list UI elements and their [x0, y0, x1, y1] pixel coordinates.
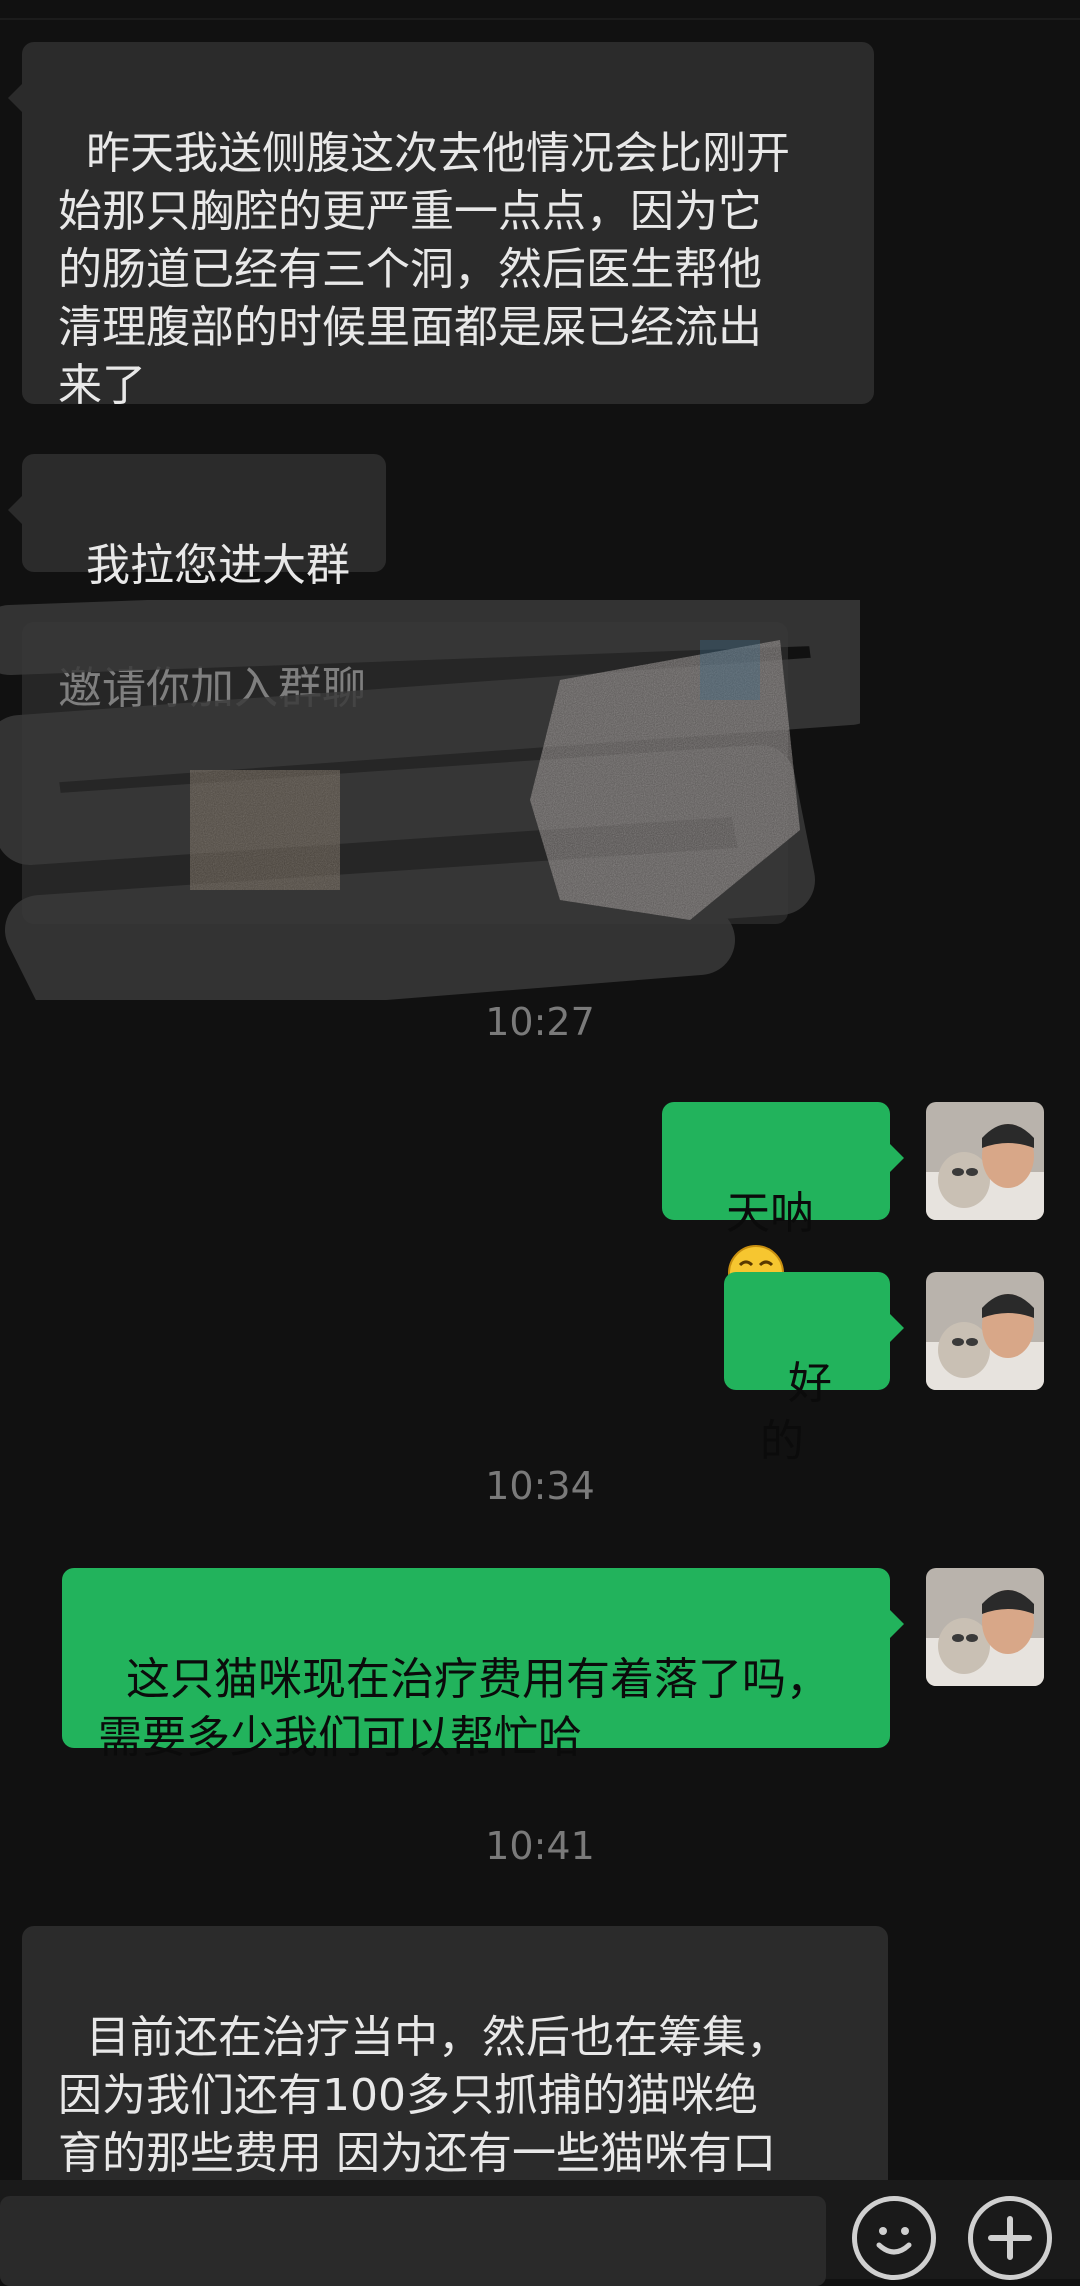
outgoing-message-bubble[interactable]: 这只猫咪现在治疗费用有着落了吗， 需要多少我们可以帮忙哈: [62, 1568, 904, 1763]
message-text: 天呐: [725, 1188, 814, 1239]
message-text: 好的: [760, 1358, 832, 1467]
more-button[interactable]: [968, 2196, 1052, 2280]
plus-icon: [988, 2216, 1032, 2260]
top-divider: [0, 18, 1080, 20]
outgoing-message-bubble[interactable]: 天呐 $: [662, 1102, 904, 1301]
message-text: 我拉您进大群: [85, 540, 350, 591]
message-input[interactable]: [0, 2196, 826, 2286]
timestamp: 10:34: [485, 1464, 595, 1508]
group-invite-title: 邀请你加入群聊: [58, 663, 366, 714]
user-avatar[interactable]: [926, 1272, 1044, 1390]
smiley-icon: [876, 2227, 912, 2255]
message-text: 这只猫咪现在治疗费用有着落了吗， 需要多少我们可以帮忙哈: [98, 1654, 830, 1763]
timestamp: 10:41: [485, 1824, 595, 1868]
incoming-message-bubble[interactable]: 我拉您进大群: [8, 454, 386, 591]
message-text: 昨天我送侧腹这次去他情况会比刚开 始那只胸腔的更严重一点点，因为它 的肠道已经有…: [58, 128, 790, 411]
incoming-message-bubble[interactable]: 昨天我送侧腹这次去他情况会比刚开 始那只胸腔的更严重一点点，因为它 的肠道已经有…: [8, 42, 874, 411]
user-avatar[interactable]: [926, 1102, 1044, 1220]
group-invite-card[interactable]: 邀请你加入群聊: [22, 622, 788, 924]
timestamp: 10:27: [485, 1000, 595, 1044]
emoji-button[interactable]: [852, 2196, 936, 2280]
outgoing-message-bubble[interactable]: 好的: [724, 1272, 904, 1467]
user-avatar[interactable]: [926, 1568, 1044, 1686]
